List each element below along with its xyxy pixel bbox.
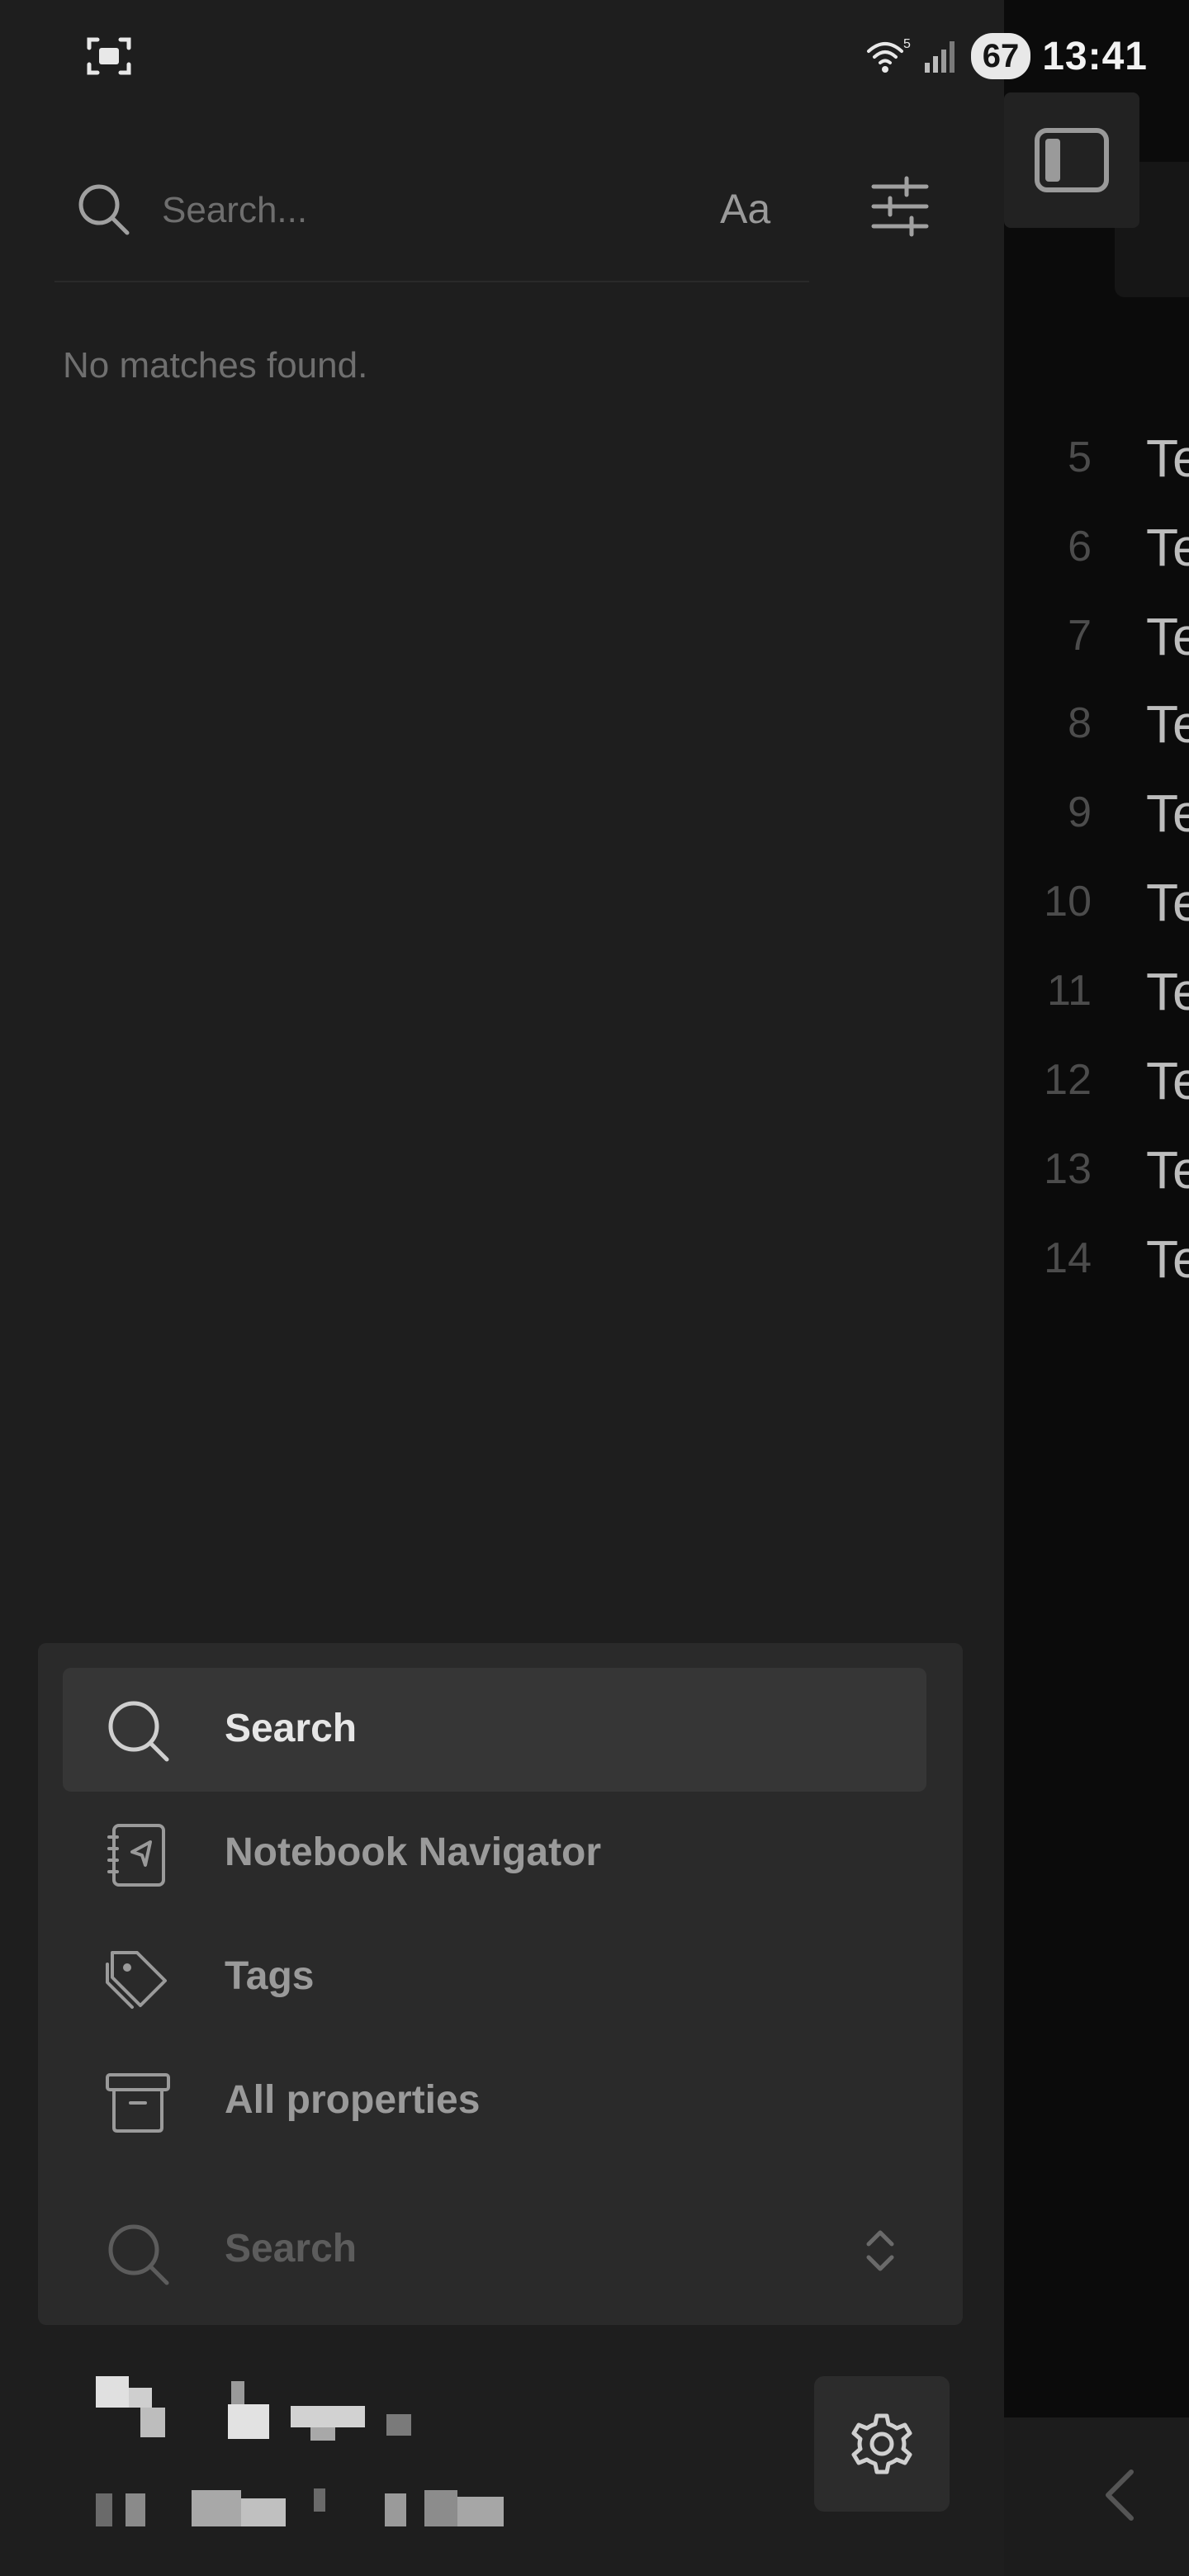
- line-text[interactable]: Te: [1146, 783, 1189, 844]
- battery-indicator: 67: [970, 33, 1031, 79]
- search-input[interactable]: [160, 182, 692, 239]
- line-text[interactable]: Te: [1146, 606, 1189, 667]
- line-number: 8: [1068, 699, 1092, 747]
- menu-item-tags[interactable]: Tags: [63, 1915, 926, 2039]
- line-number: 9: [1068, 788, 1092, 836]
- settings-button[interactable]: [814, 2376, 950, 2512]
- archive-icon: [106, 2073, 170, 2133]
- screenshot-icon: [87, 37, 131, 75]
- gear-icon: [851, 2413, 912, 2474]
- view-selector-dropdown[interactable]: Search: [63, 2191, 926, 2307]
- menu-item-label: Tags: [225, 1954, 315, 1998]
- search-icon: [78, 184, 130, 235]
- wifi-icon: 5: [866, 37, 911, 73]
- line-number: 10: [1044, 878, 1092, 926]
- line-text[interactable]: Te: [1146, 694, 1189, 755]
- line-number: 5: [1068, 433, 1092, 481]
- status-indicators: 5 67 13:41: [865, 30, 1148, 83]
- no-matches-message: No matches found.: [63, 345, 368, 386]
- notebook-navigator-icon: [107, 1824, 165, 1887]
- vault-name-redacted[interactable]: [91, 2373, 520, 2530]
- line-number: 7: [1068, 612, 1092, 660]
- clock: 13:41: [1042, 34, 1148, 78]
- line-text[interactable]: Te: [1146, 1139, 1189, 1200]
- search-icon: [108, 1701, 169, 1762]
- line-text[interactable]: Te: [1146, 961, 1189, 1022]
- line-text[interactable]: Te: [1146, 428, 1189, 489]
- search-icon: [108, 2224, 169, 2285]
- menu-item-label: Notebook Navigator: [225, 1830, 602, 1874]
- wifi-label: 5: [903, 37, 911, 51]
- match-case-toggle[interactable]: Aa: [720, 185, 770, 233]
- line-number: 13: [1044, 1145, 1092, 1193]
- line-number: 14: [1044, 1234, 1092, 1282]
- left-sidebar-drawer: Aa No matches found. Search: [0, 0, 1004, 2576]
- view-selector-label: Search: [225, 2227, 358, 2271]
- search-settings-sliders-icon[interactable]: [869, 175, 931, 238]
- chevron-left-icon[interactable]: [1103, 2469, 1136, 2522]
- chevron-up-down-icon: [866, 2230, 894, 2271]
- line-text[interactable]: Te: [1146, 517, 1189, 578]
- line-text[interactable]: Te: [1146, 1050, 1189, 1111]
- line-text[interactable]: Te: [1146, 872, 1189, 933]
- cellular-signal-icon: [924, 41, 955, 73]
- menu-item-label: Search: [225, 1707, 358, 1750]
- line-text[interactable]: Te: [1146, 1229, 1189, 1290]
- view-switcher-panel: Search Notebook Navigator Tags All prope…: [38, 1643, 963, 2325]
- line-number: 12: [1044, 1056, 1092, 1104]
- sidebar-left-icon: [1035, 128, 1109, 192]
- line-number: 6: [1068, 523, 1092, 571]
- menu-item-notebook-navigator[interactable]: Notebook Navigator: [63, 1792, 926, 1915]
- menu-item-all-properties[interactable]: All properties: [63, 2039, 926, 2163]
- line-number: 11: [1047, 967, 1092, 1015]
- search-bar: Aa: [54, 162, 809, 282]
- menu-item-search[interactable]: Search: [63, 1668, 926, 1792]
- menu-item-label: All properties: [225, 2078, 481, 2122]
- status-bar: 5 67 13:41: [0, 0, 1189, 116]
- editor-bottom-bar: [1004, 2417, 1189, 2576]
- tags-icon: [106, 1951, 167, 2009]
